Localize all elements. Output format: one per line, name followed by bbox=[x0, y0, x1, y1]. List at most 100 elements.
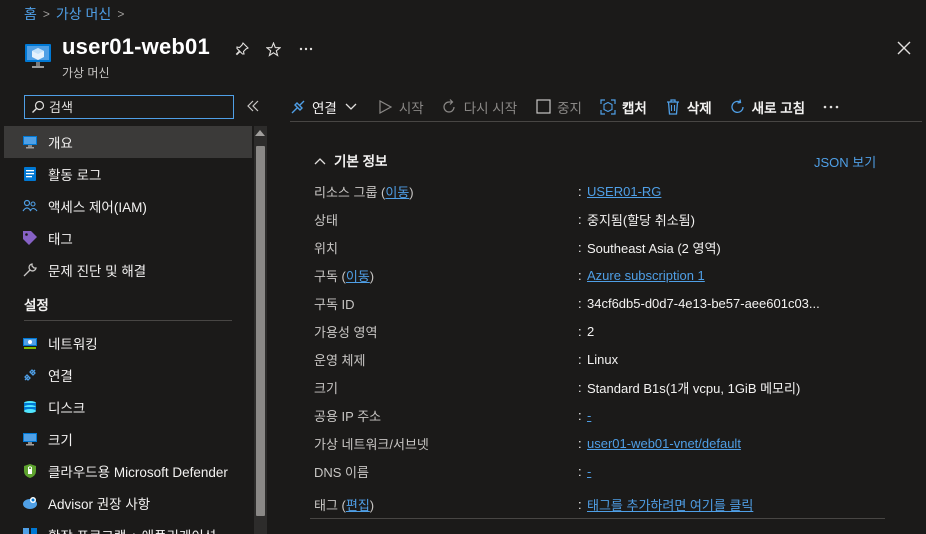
subscription-move-link[interactable]: 이동 bbox=[346, 269, 370, 284]
sidebar-item-tags[interactable]: 태그 bbox=[4, 222, 252, 254]
sidebar-item-defender[interactable]: 클라우드용 Microsoft Defender bbox=[4, 455, 252, 487]
property-row: DNS 이름 : - bbox=[314, 457, 886, 485]
favorite-star-icon[interactable] bbox=[263, 40, 283, 58]
property-row: 위치 : Southeast Asia (2 영역) bbox=[314, 233, 886, 261]
sidebar-item-connect[interactable]: 연결 bbox=[4, 359, 252, 391]
property-label: 위치 bbox=[314, 240, 338, 256]
connect-icon bbox=[290, 99, 306, 115]
dns-name-link[interactable]: - bbox=[587, 464, 591, 479]
wrench-icon bbox=[22, 262, 38, 278]
scrollbar-thumb[interactable] bbox=[256, 146, 265, 516]
resource-group-move-link[interactable]: 이동 bbox=[385, 185, 409, 200]
sidebar-item-diagnose[interactable]: 문제 진단 및 해결 bbox=[4, 254, 252, 286]
virtual-machine-icon bbox=[24, 42, 52, 70]
networking-icon bbox=[22, 335, 38, 351]
search-icon bbox=[32, 100, 45, 113]
sidebar-item-networking[interactable]: 네트워킹 bbox=[4, 327, 252, 359]
resource-group-link[interactable]: USER01-RG bbox=[587, 184, 661, 199]
pin-icon[interactable] bbox=[232, 40, 252, 58]
sidebar-item-advisor[interactable]: Advisor 권장 사항 bbox=[4, 487, 252, 519]
connect-icon bbox=[22, 367, 38, 383]
section-divider bbox=[24, 320, 232, 321]
sidebar-item-label: 연결 bbox=[48, 369, 73, 384]
more-options-icon bbox=[823, 99, 839, 115]
restart-icon bbox=[442, 99, 458, 115]
property-label: 가상 네트워크/서브넷 bbox=[314, 436, 429, 452]
property-label: 크기 bbox=[314, 380, 338, 396]
sidebar-scrollbar[interactable] bbox=[254, 126, 267, 534]
property-row: 구독 ID : 34cf6db5-d0d7-4e13-be57-aee601c0… bbox=[314, 289, 886, 317]
property-row: 공용 IP 주소 : - bbox=[314, 401, 886, 429]
breadcrumb-home[interactable]: 홈 bbox=[24, 4, 37, 24]
command-bar: 연결 시작 다시 시작 중지 캡처 삭제 새로 고침 bbox=[290, 92, 922, 122]
availability-zone-value: 2 bbox=[587, 323, 595, 339]
sidebar-item-label: 문제 진단 및 해결 bbox=[48, 264, 147, 279]
property-label: 구독 ID bbox=[314, 296, 355, 312]
sidebar-item-activity-log[interactable]: 활동 로그 bbox=[4, 158, 252, 190]
connect-button[interactable]: 연결 bbox=[290, 97, 359, 117]
delete-button[interactable]: 삭제 bbox=[665, 97, 712, 117]
defender-shield-icon bbox=[22, 463, 38, 479]
property-value: - bbox=[587, 464, 591, 479]
chevron-right-icon: > bbox=[117, 7, 125, 21]
colon: : bbox=[578, 183, 582, 199]
stop-button[interactable]: 중지 bbox=[535, 97, 582, 117]
sidebar-item-label: 활동 로그 bbox=[48, 168, 102, 183]
colon: : bbox=[578, 239, 582, 255]
property-label: 가용성 영역 bbox=[314, 324, 378, 340]
sidebar-item-label: 클라우드용 Microsoft Defender bbox=[48, 465, 228, 480]
sidebar-item-label: 개요 bbox=[48, 136, 73, 151]
people-icon bbox=[22, 198, 38, 214]
property-label: 구독 (이동) bbox=[314, 268, 375, 284]
refresh-button[interactable]: 새로 고침 bbox=[730, 97, 805, 117]
play-icon bbox=[377, 99, 393, 115]
colon: : bbox=[578, 323, 582, 339]
capture-button[interactable]: 캡처 bbox=[600, 97, 647, 117]
colon: : bbox=[578, 267, 582, 283]
chevron-down-icon bbox=[343, 99, 359, 115]
breadcrumb-virtual-machines[interactable]: 가상 머신 bbox=[56, 4, 111, 24]
essentials-divider bbox=[310, 518, 885, 519]
sidebar-item-size[interactable]: 크기 bbox=[4, 423, 252, 455]
os-value: Linux bbox=[587, 351, 619, 367]
property-label: 운영 체제 bbox=[314, 352, 366, 368]
search-input[interactable] bbox=[49, 99, 219, 115]
sidebar-item-disks[interactable]: 디스크 bbox=[4, 391, 252, 423]
property-value: - bbox=[587, 408, 591, 423]
collapse-sidebar-icon[interactable] bbox=[245, 98, 261, 114]
sidebar-item-label: 액세스 제어(IAM) bbox=[48, 200, 147, 215]
vnet-subnet-link[interactable]: user01-web01-vnet/default bbox=[587, 436, 741, 451]
colon: : bbox=[578, 463, 582, 479]
status-value: 중지됨(할당 취소됨) bbox=[587, 212, 695, 228]
size-value: Standard B1s(1개 vcpu, 1GiB 메모리) bbox=[587, 380, 801, 396]
more-commands-button[interactable] bbox=[823, 99, 839, 115]
property-row: 가상 네트워크/서브넷 : user01-web01-vnet/default bbox=[314, 429, 886, 457]
sidebar-item-iam[interactable]: 액세스 제어(IAM) bbox=[4, 190, 252, 222]
sidebar-section-settings: 설정 bbox=[24, 298, 49, 313]
restart-label: 다시 시작 bbox=[463, 100, 518, 116]
public-ip-link[interactable]: - bbox=[587, 408, 591, 423]
colon: : bbox=[578, 351, 582, 367]
extensions-icon bbox=[22, 527, 38, 534]
subscription-link[interactable]: Azure subscription 1 bbox=[587, 268, 705, 283]
more-options-icon[interactable] bbox=[296, 40, 316, 58]
add-tags-link[interactable]: 태그를 추가하려면 여기를 클릭 bbox=[587, 498, 753, 513]
colon: : bbox=[578, 407, 582, 423]
advisor-icon bbox=[22, 495, 38, 511]
sidebar-item-overview[interactable]: 개요 bbox=[4, 126, 252, 158]
chevron-up-icon bbox=[314, 153, 326, 168]
scroll-up-arrow-icon[interactable] bbox=[255, 130, 265, 136]
essentials-toggle[interactable]: 기본 정보 bbox=[314, 150, 387, 170]
colon: : bbox=[578, 211, 582, 227]
size-icon bbox=[22, 431, 38, 447]
restart-button[interactable]: 다시 시작 bbox=[442, 97, 517, 117]
sidebar-item-label: 태그 bbox=[48, 232, 73, 247]
sidebar-item-extensions[interactable]: 확장 프로그램 + 애플리케이션 bbox=[4, 519, 252, 534]
sidebar: 개요 활동 로그 액세스 제어(IAM) 태그 문제 진단 및 해결 설정 네트… bbox=[4, 126, 252, 534]
sidebar-item-label: 확장 프로그램 + 애플리케이션 bbox=[48, 525, 216, 534]
start-button[interactable]: 시작 bbox=[377, 97, 424, 117]
json-view-link[interactable]: JSON 보기 bbox=[814, 152, 876, 171]
close-icon[interactable] bbox=[894, 38, 914, 58]
tags-edit-link[interactable]: 편집 bbox=[346, 498, 370, 513]
stop-label: 중지 bbox=[557, 100, 582, 116]
